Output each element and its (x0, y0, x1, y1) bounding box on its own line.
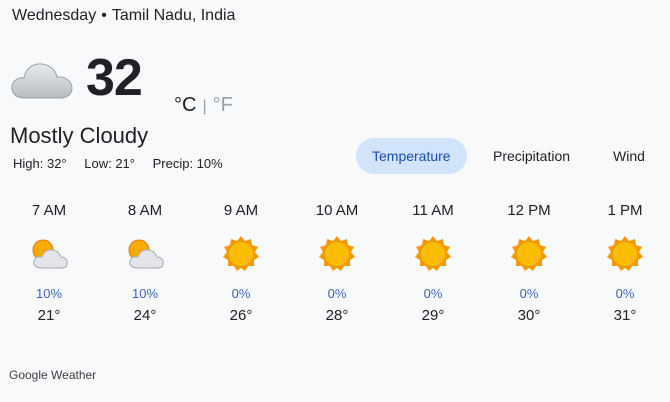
hour-item[interactable]: 11 AM 0% 29° (393, 202, 473, 324)
location-header: Wednesday • Tamil Nadu, India (12, 7, 235, 25)
tab-temperature[interactable]: Temperature (356, 138, 467, 174)
mostly-cloudy-icon (11, 63, 73, 99)
hour-item[interactable]: 12 PM 0% 30° (489, 202, 569, 324)
hour-precip: 0% (615, 286, 635, 301)
hour-time: 9 AM (223, 202, 259, 219)
hour-temp: 21° (37, 307, 61, 324)
location-label: Tamil Nadu, India (111, 7, 236, 24)
precip-chance: Precip: 10% (152, 156, 223, 171)
hour-item[interactable]: 10 AM 0% 28° (297, 202, 377, 324)
sunny-icon (415, 236, 451, 271)
unit-divider: | (202, 98, 207, 115)
source-link[interactable]: Google Weather (9, 368, 96, 382)
hour-item[interactable]: 8 AM 10% 24° (105, 202, 185, 324)
hour-temp: 26° (229, 307, 253, 324)
condition-label: Mostly Cloudy (10, 123, 149, 148)
tab-wind[interactable]: Wind (613, 138, 645, 174)
low-temp: Low: 21° (84, 156, 135, 171)
day-label: Wednesday (12, 7, 97, 24)
sunny-icon (319, 236, 355, 271)
hour-precip: 0% (327, 286, 347, 301)
hour-temp: 30° (517, 307, 541, 324)
hour-temp: 24° (133, 307, 157, 324)
tab-precipitation[interactable]: Precipitation (493, 138, 570, 174)
hour-time: 7 AM (31, 202, 67, 219)
celsius-unit[interactable]: °C (174, 94, 196, 116)
hour-precip: 0% (519, 286, 539, 301)
sunny-icon (607, 236, 643, 271)
sunny-icon (223, 236, 259, 271)
sunny-icon (511, 236, 547, 271)
hour-time: 12 PM (507, 202, 551, 219)
hour-temp: 29° (421, 307, 445, 324)
hour-item[interactable]: 7 AM 10% 21° (9, 202, 89, 324)
partly-cloudy-icon (128, 239, 164, 269)
current-temperature: 32 (86, 49, 143, 107)
header-separator: • (101, 7, 107, 24)
fahrenheit-unit[interactable]: °F (213, 94, 233, 116)
hour-precip: 0% (231, 286, 251, 301)
hour-item[interactable]: 9 AM 0% 26° (201, 202, 281, 324)
hour-time: 8 AM (127, 202, 163, 219)
hour-time: 1 PM (607, 202, 643, 219)
hour-precip: 0% (423, 286, 443, 301)
hour-precip: 10% (35, 286, 63, 301)
hour-temp: 28° (325, 307, 349, 324)
hour-time: 10 AM (315, 202, 359, 219)
weather-stats: High: 32° Low: 21° Precip: 10% (13, 156, 237, 171)
hour-time: 11 AM (412, 202, 454, 219)
unit-toggle: °C | °F (174, 94, 233, 117)
hour-item[interactable]: 1 PM 0% 31° (585, 202, 665, 324)
hour-temp: 31° (613, 307, 637, 324)
partly-cloudy-icon (32, 239, 68, 269)
hour-precip: 10% (131, 286, 159, 301)
high-temp: High: 32° (13, 156, 67, 171)
